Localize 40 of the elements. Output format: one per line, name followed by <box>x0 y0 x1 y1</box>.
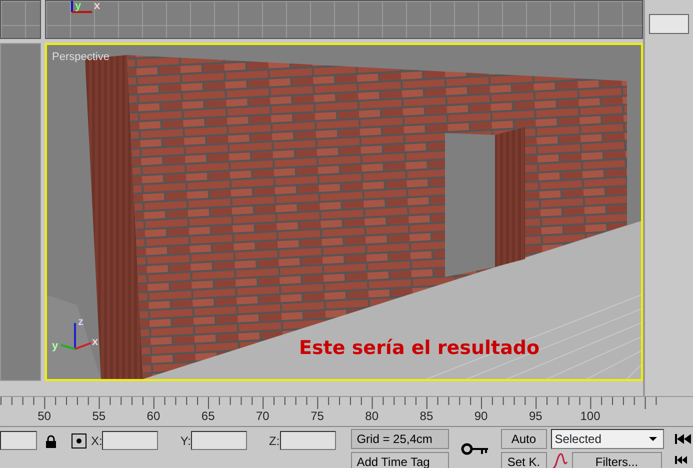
previous-key-icon[interactable] <box>674 455 688 465</box>
go-to-start-icon[interactable] <box>674 433 692 445</box>
caption-text: Este sería el resultado <box>299 336 540 361</box>
axis-label: z <box>78 316 84 328</box>
axis-tripod-icon <box>71 1 92 13</box>
tick-label: 55 <box>91 409 107 423</box>
tick-label: 100 <box>579 409 602 423</box>
coordinate-field[interactable] <box>191 431 248 450</box>
key-mode-button[interactable]: Auto <box>500 429 547 449</box>
lock-icon[interactable] <box>45 435 57 449</box>
axis-label: x <box>92 336 98 348</box>
tick-label: 75 <box>310 409 325 423</box>
tick-label: 80 <box>364 409 380 423</box>
axis-label: y <box>52 340 58 352</box>
panel-field[interactable] <box>649 14 689 34</box>
coordinate-field[interactable] <box>280 431 336 450</box>
tick-label: 65 <box>200 409 216 423</box>
tick-label: 95 <box>528 409 544 423</box>
snap-toggle-icon[interactable] <box>71 433 87 449</box>
tick-label: 60 <box>146 409 162 423</box>
filters-button[interactable]: Filters... <box>572 452 662 468</box>
tick-label: 50 <box>36 409 52 423</box>
axis-label: Y: <box>180 432 192 450</box>
key-mode-button[interactable]: Set K. <box>500 452 547 468</box>
tick-label: 85 <box>418 409 434 423</box>
tick-label: 70 <box>254 409 270 423</box>
key-icon[interactable] <box>460 442 489 456</box>
tick-label: 90 <box>473 409 489 423</box>
axis-label: y <box>75 1 82 12</box>
axis-label: X: <box>91 432 102 450</box>
axis-label: Z: <box>269 432 280 450</box>
input-field[interactable] <box>0 431 37 450</box>
key-filter-dropdown[interactable]: Selected <box>550 429 664 449</box>
caret-icon <box>646 435 659 443</box>
curve-editor-icon[interactable] <box>550 452 569 468</box>
viewport[interactable] <box>0 0 41 39</box>
axis-label: x <box>94 1 100 12</box>
axis-tripod-icon <box>60 323 92 350</box>
coordinate-field[interactable] <box>102 431 158 450</box>
grid-size-text: Grid = 25,4cm <box>350 429 449 449</box>
